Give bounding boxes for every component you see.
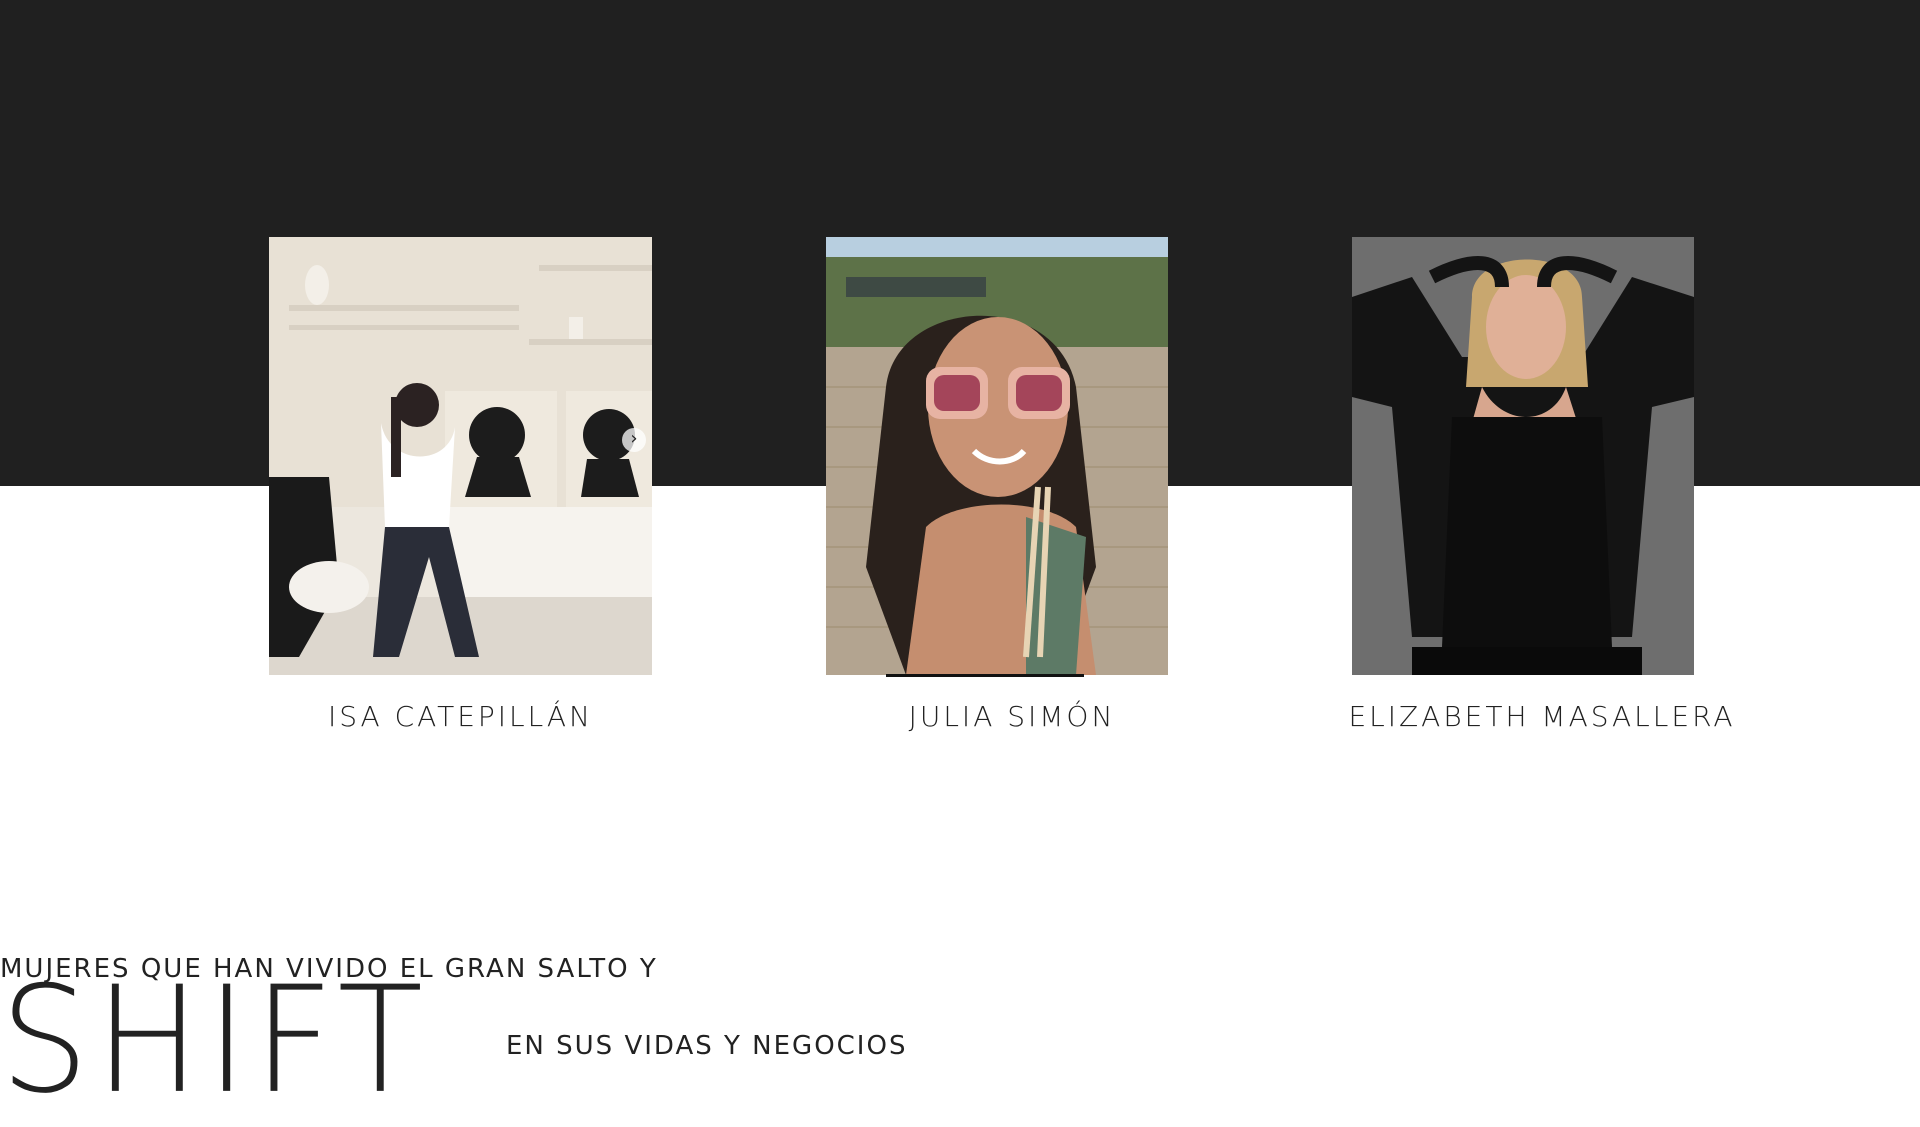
woman-sunglasses-selfie-icon xyxy=(826,237,1168,675)
profile-photo-julia[interactable] xyxy=(826,237,1168,675)
woman-seated-portrait-icon xyxy=(269,237,652,675)
profile-name-julia: JULIA SIMÓN xyxy=(908,700,1116,733)
carousel-next-button[interactable]: › xyxy=(622,428,646,452)
profile-photo-isa[interactable] xyxy=(269,237,652,675)
shift-headline: SHIFT xyxy=(0,955,430,1127)
woman-black-outfit-portrait-icon xyxy=(1352,237,1694,675)
profile-name-elizabeth: ELIZABETH MASALLERA xyxy=(1348,700,1736,733)
profile-photo-elizabeth[interactable] xyxy=(1352,237,1694,675)
tagline-bottom-text: EN SUS VIDAS Y NEGOCIOS xyxy=(506,1031,908,1061)
profile-name-isa: ISA CATEPILLÁN xyxy=(327,700,593,733)
carousel-progress-indicator xyxy=(886,674,1084,677)
chevron-right-icon: › xyxy=(630,428,638,449)
